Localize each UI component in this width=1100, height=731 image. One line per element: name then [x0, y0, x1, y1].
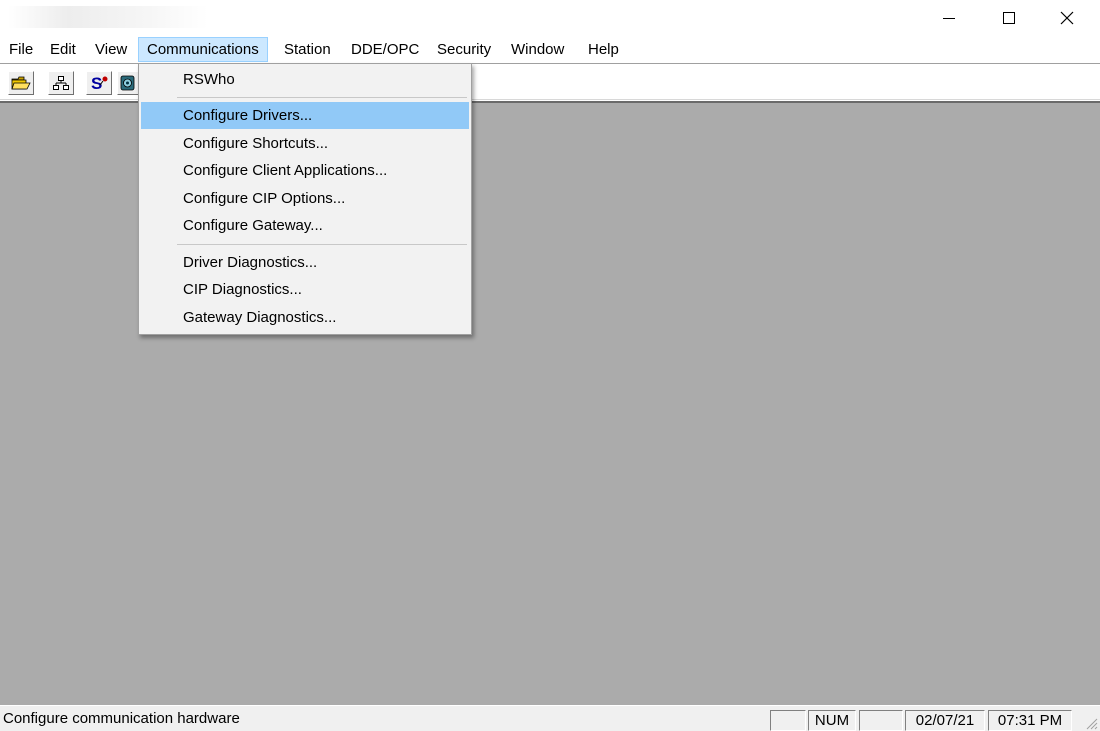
svg-text:S: S — [91, 74, 102, 92]
diagnostics-button[interactable] — [117, 71, 139, 95]
status-message: Configure communication hardware — [3, 710, 240, 727]
network-tree-icon — [53, 76, 69, 90]
rswho-button[interactable] — [48, 71, 74, 95]
menu-item-cip-diagnostics[interactable]: CIP Diagnostics... — [141, 276, 469, 303]
menu-help[interactable]: Help — [580, 37, 627, 62]
menu-station[interactable]: Station — [276, 37, 339, 62]
menu-window[interactable]: Window — [503, 37, 572, 62]
open-folder-icon — [11, 76, 31, 90]
resize-grip-icon[interactable] — [1084, 716, 1098, 730]
menu-item-configure-drivers[interactable]: Configure Drivers... — [141, 102, 469, 129]
communications-menu: RSWho Configure Drivers... Configure Sho… — [138, 63, 472, 335]
status-panel-num: NUM — [808, 710, 856, 731]
menu-communications[interactable]: Communications — [138, 37, 268, 62]
open-button[interactable] — [8, 71, 34, 95]
close-icon — [1060, 11, 1074, 25]
status-time: 07:31 PM — [988, 710, 1072, 731]
maximize-button[interactable] — [980, 0, 1038, 36]
configure-drivers-button[interactable]: S — [86, 71, 112, 95]
menu-view[interactable]: View — [87, 37, 135, 62]
maximize-icon — [1003, 12, 1015, 24]
menu-item-driver-diagnostics[interactable]: Driver Diagnostics... — [141, 249, 469, 276]
driver-config-icon: S — [91, 74, 108, 92]
menu-dde-opc[interactable]: DDE/OPC — [343, 37, 427, 62]
menu-item-configure-gateway[interactable]: Configure Gateway... — [141, 212, 469, 239]
minimize-icon — [943, 18, 955, 19]
diagnostics-icon — [120, 75, 135, 91]
status-panel-scrl — [859, 710, 903, 731]
menu-item-rswho[interactable]: RSWho — [141, 66, 469, 93]
app-title-blurred — [8, 6, 208, 28]
menu-item-configure-cip-options[interactable]: Configure CIP Options... — [141, 185, 469, 212]
menu-item-configure-client-applications[interactable]: Configure Client Applications... — [141, 157, 469, 184]
menu-file[interactable]: File — [1, 37, 41, 62]
menu-security[interactable]: Security — [429, 37, 499, 62]
menu-item-configure-shortcuts[interactable]: Configure Shortcuts... — [141, 130, 469, 157]
title-bar — [0, 0, 1100, 36]
minimize-button[interactable] — [920, 0, 978, 36]
menu-item-gateway-diagnostics[interactable]: Gateway Diagnostics... — [141, 304, 469, 331]
menu-separator — [177, 244, 467, 245]
menu-separator — [177, 97, 467, 98]
status-bar: Configure communication hardware NUM 02/… — [0, 705, 1100, 731]
menu-edit[interactable]: Edit — [42, 37, 84, 62]
status-panel-caps — [770, 710, 806, 731]
menu-bar: File Edit View Communications Station DD… — [0, 37, 1100, 63]
status-date: 02/07/21 — [905, 710, 985, 731]
close-button[interactable] — [1038, 0, 1096, 36]
